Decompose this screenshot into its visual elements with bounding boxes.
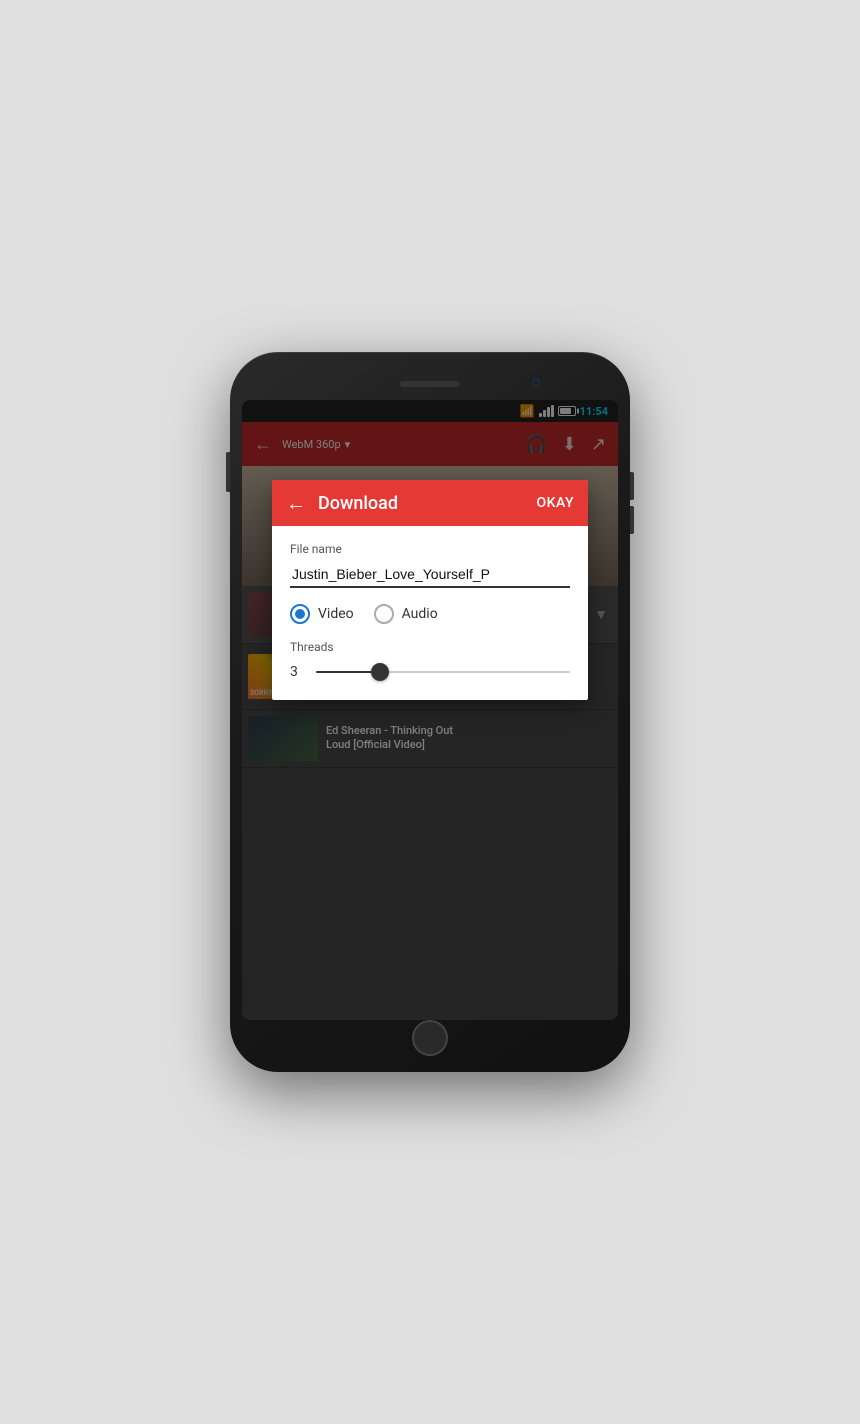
speaker-grille — [400, 381, 460, 387]
download-dialog: ← Download OKAY File name Video — [272, 480, 588, 700]
threads-slider[interactable] — [316, 671, 570, 673]
phone-top — [242, 372, 618, 396]
audio-radio-circle[interactable] — [374, 604, 394, 624]
phone-screen: 📶 11:54 ← WebM 360p ▾ — [242, 400, 618, 1020]
audio-radio-option[interactable]: Audio — [374, 604, 438, 624]
dialog-back-button[interactable]: ← — [286, 491, 306, 516]
dialog-body: File name Video Audio T — [272, 526, 588, 700]
power-buttons — [226, 452, 230, 492]
dialog-title: Download — [318, 493, 536, 514]
video-radio-fill — [295, 609, 305, 619]
audio-radio-label: Audio — [402, 606, 438, 622]
front-camera — [532, 378, 540, 386]
file-name-label: File name — [290, 542, 570, 556]
slider-thumb[interactable] — [371, 663, 389, 681]
video-radio-option[interactable]: Video — [290, 604, 354, 624]
threads-value: 3 — [290, 664, 304, 680]
threads-label: Threads — [290, 640, 570, 654]
volume-buttons — [630, 472, 634, 534]
dialog-header: ← Download OKAY — [272, 480, 588, 526]
threads-row: 3 — [290, 664, 570, 680]
home-button[interactable] — [412, 1020, 448, 1056]
media-type-group: Video Audio — [290, 604, 570, 624]
file-name-input[interactable] — [290, 562, 570, 588]
video-radio-label: Video — [318, 606, 354, 622]
phone-bottom — [242, 1024, 618, 1052]
phone-device: 📶 11:54 ← WebM 360p ▾ — [230, 352, 630, 1072]
dialog-okay-button[interactable]: OKAY — [536, 495, 574, 511]
video-radio-circle[interactable] — [290, 604, 310, 624]
